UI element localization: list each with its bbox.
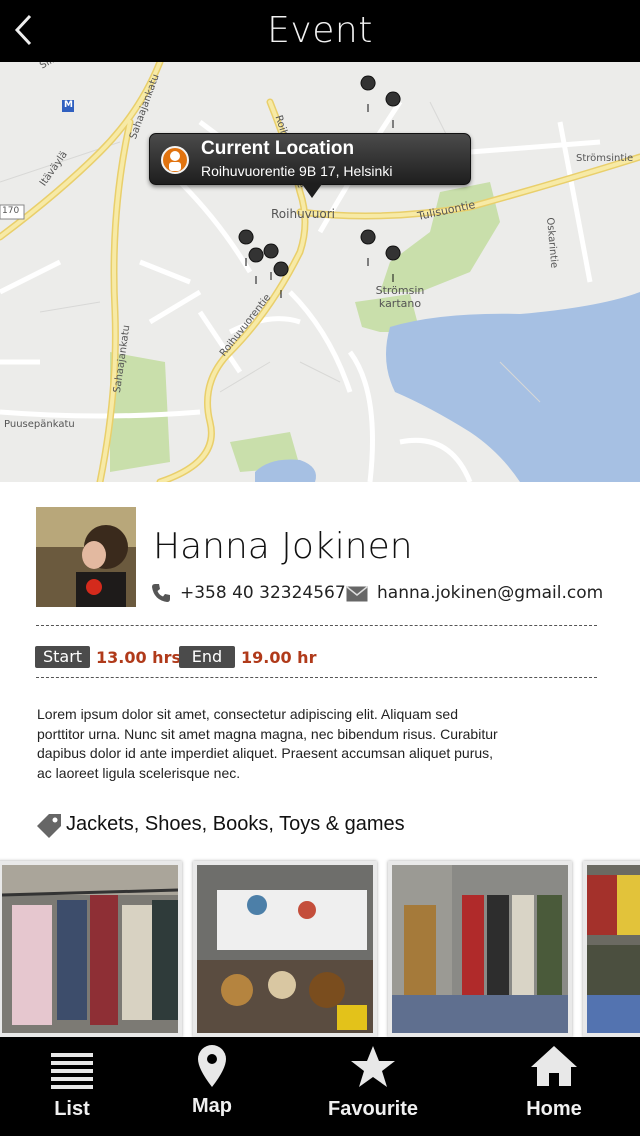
- street-label: Puusepänkatu: [4, 419, 75, 430]
- end-tag: End: [179, 646, 235, 668]
- page-title: Event: [267, 10, 373, 51]
- mail-icon: [346, 586, 368, 602]
- profile-name: Hanna Jokinen: [153, 526, 413, 567]
- email-address[interactable]: hanna.jokinen@gmail.com: [377, 583, 603, 603]
- tab-label: List: [54, 1098, 90, 1120]
- photo-gallery[interactable]: [0, 857, 640, 1037]
- category-list: Jackets, Shoes, Books, Toys & games: [66, 813, 405, 835]
- phone-icon: [152, 584, 170, 602]
- avatar: [36, 507, 136, 607]
- street-label: Roihuvuori: [271, 207, 336, 221]
- callout-address: Roihuvuorentie 9B 17, Helsinki: [201, 163, 393, 179]
- list-icon: [51, 1053, 93, 1089]
- gallery-photo[interactable]: [583, 861, 640, 1037]
- gallery-photo[interactable]: [0, 861, 182, 1037]
- street-label: Strömsin kartano: [375, 284, 425, 310]
- tab-map[interactable]: Map: [160, 1037, 264, 1136]
- tab-label: Map: [192, 1095, 232, 1117]
- highway-number: 170: [2, 206, 20, 216]
- star-icon: [351, 1046, 395, 1087]
- start-tag: Start: [35, 646, 90, 668]
- end-time: 19.00 hr: [241, 648, 317, 667]
- phone-number[interactable]: +358 40 32324567: [180, 583, 346, 603]
- map-view[interactable]: Sahaajankatu Itäväylä Roihuvuorentie Roi…: [0, 62, 640, 482]
- callout-title: Current Location: [201, 138, 355, 159]
- street-label: Strömsintie: [576, 153, 634, 164]
- home-icon: [531, 1046, 577, 1086]
- gallery-photo[interactable]: [193, 861, 377, 1037]
- bottom-tab-bar: List Map Favourite Home: [0, 1037, 640, 1136]
- person-icon: [161, 146, 189, 174]
- tab-label: Favourite: [327, 1098, 419, 1120]
- tab-list[interactable]: List: [20, 1037, 124, 1136]
- current-location-callout[interactable]: Current Location Roihuvuorentie 9B 17, H…: [149, 133, 471, 185]
- event-description: Lorem ipsum dolor sit amet, consectetur …: [37, 706, 498, 781]
- tab-favourite[interactable]: Favourite: [313, 1037, 433, 1136]
- callout-pointer: [302, 184, 322, 198]
- start-time: 13.00 hrs: [96, 648, 181, 667]
- gallery-photo[interactable]: [388, 861, 572, 1037]
- metro-icon: M: [64, 100, 73, 110]
- tab-home[interactable]: Home: [502, 1037, 606, 1136]
- tab-label: Home: [526, 1098, 582, 1120]
- map-tiles: [0, 62, 640, 482]
- divider: [36, 677, 597, 678]
- top-bar: Event: [0, 0, 640, 62]
- tag-icon: [37, 814, 61, 838]
- map-pin-icon: [198, 1045, 226, 1087]
- divider: [36, 625, 597, 626]
